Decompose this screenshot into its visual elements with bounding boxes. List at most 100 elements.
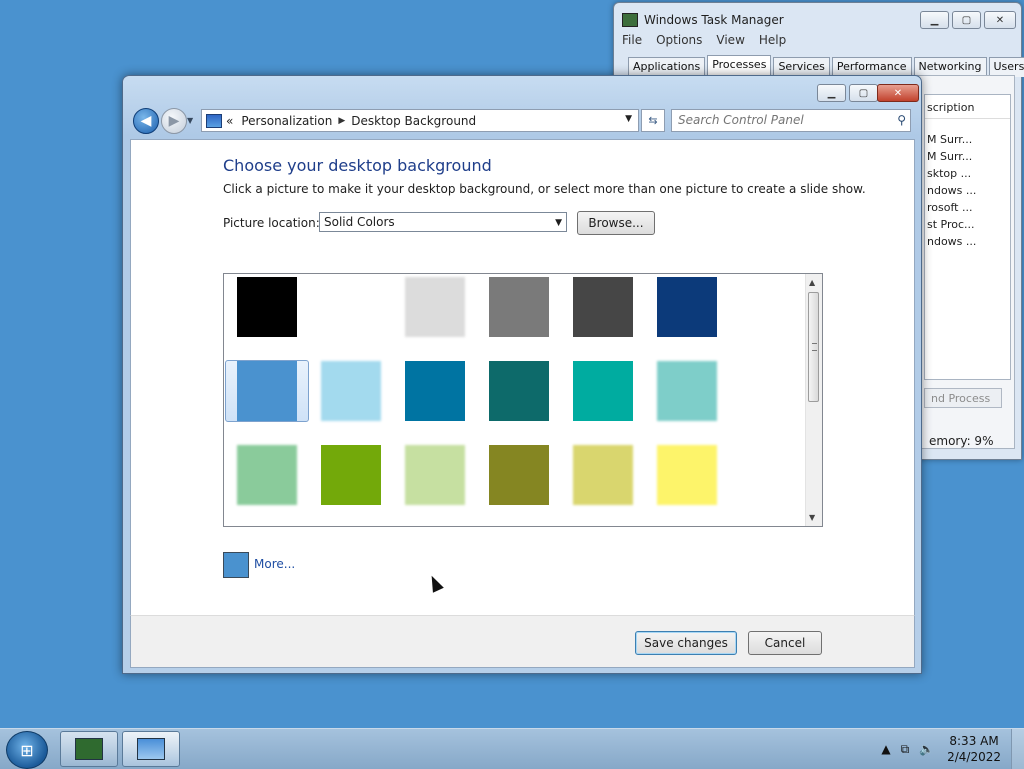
tab-users[interactable]: Users	[989, 57, 1024, 77]
forward-button[interactable]: ▶	[161, 108, 187, 134]
vertical-scrollbar[interactable]: ▲ ▼	[805, 274, 822, 526]
windows-logo-icon: ⊞	[20, 741, 33, 760]
color-swatch[interactable]	[405, 277, 465, 337]
address-overflow-chevron[interactable]: «	[226, 114, 233, 128]
color-swatch[interactable]	[573, 445, 633, 505]
column-header-description[interactable]: scription	[925, 95, 1010, 119]
minimize-button[interactable]: ▁	[920, 11, 949, 29]
process-list[interactable]: scription M Surr... M Surr... sktop ... …	[924, 94, 1011, 380]
chevron-down-icon: ▼	[555, 218, 562, 228]
color-swatch[interactable]	[489, 445, 549, 505]
cp-maximize-button[interactable]: ▢	[849, 84, 878, 102]
breadcrumb-desktop-background[interactable]: Desktop Background	[351, 114, 476, 128]
control-panel-icon	[206, 114, 222, 128]
footer-bar: Save changes Cancel	[130, 615, 915, 668]
process-row[interactable]: st Proc...	[925, 216, 1010, 233]
tab-services[interactable]: Services	[773, 57, 829, 77]
process-row[interactable]: sktop ...	[925, 165, 1010, 182]
back-button[interactable]: ◀	[133, 108, 159, 134]
task-manager-menubar: File Options View Help	[622, 33, 1021, 51]
color-swatch[interactable]	[237, 361, 297, 421]
tab-applications[interactable]: Applications	[628, 57, 705, 77]
page-subtitle: Click a picture to make it your desktop …	[223, 182, 866, 196]
network-icon[interactable]: ⧉	[901, 742, 910, 757]
start-button[interactable]: ⊞	[6, 731, 48, 769]
clock-time: 8:33 AM	[947, 733, 1001, 749]
recent-pages-dropdown-icon[interactable]: ▼	[187, 116, 193, 125]
current-color-swatch[interactable]	[223, 552, 249, 578]
address-dropdown-icon[interactable]: ▼	[625, 114, 632, 124]
color-swatch[interactable]	[489, 361, 549, 421]
color-swatch-grid: ▲ ▼	[223, 273, 823, 527]
volume-icon[interactable]: 🔈	[919, 742, 934, 756]
menu-file[interactable]: File	[622, 33, 642, 51]
menu-options[interactable]: Options	[656, 33, 702, 51]
scroll-up-icon[interactable]: ▲	[809, 278, 815, 287]
picture-location-label: Picture location:	[223, 216, 320, 230]
color-swatch[interactable]	[657, 445, 717, 505]
menu-view[interactable]: View	[716, 33, 744, 51]
process-row[interactable]: M Surr...	[925, 131, 1010, 148]
address-bar[interactable]: « Personalization ▶ Desktop Background ▼	[201, 109, 639, 132]
control-panel-window[interactable]: ▁ ▢ ✕ ◀ ▶ ▼ « Personalization ▶ Desktop …	[122, 75, 922, 674]
show-desktop-button[interactable]	[1011, 729, 1024, 769]
scroll-down-icon[interactable]: ▼	[809, 513, 815, 522]
maximize-button[interactable]: ▢	[952, 11, 981, 29]
color-swatch[interactable]	[573, 361, 633, 421]
process-row[interactable]: ndows ...	[925, 233, 1010, 250]
process-row[interactable]: rosoft ...	[925, 199, 1010, 216]
taskbar-control-panel[interactable]	[122, 731, 180, 767]
refresh-button[interactable]: ⇆	[641, 109, 665, 132]
tab-networking[interactable]: Networking	[914, 57, 987, 77]
cp-close-button[interactable]: ✕	[877, 84, 919, 102]
tab-processes[interactable]: Processes	[707, 55, 771, 75]
browse-button[interactable]: Browse...	[577, 211, 655, 235]
task-manager-title: Windows Task Manager	[644, 13, 784, 27]
color-swatch[interactable]	[405, 361, 465, 421]
search-box[interactable]: ⚲	[671, 109, 911, 132]
refresh-icon: ⇆	[648, 114, 657, 127]
color-swatch[interactable]	[405, 445, 465, 505]
close-button[interactable]: ✕	[984, 11, 1016, 29]
show-hidden-icons-icon[interactable]: ▲	[881, 742, 890, 756]
system-tray: ▲ ⧉ 🔈 8:33 AM 2/4/2022	[876, 729, 1024, 769]
maximize-icon: ▢	[962, 15, 971, 26]
back-arrow-icon: ◀	[141, 113, 152, 129]
tab-performance[interactable]: Performance	[832, 57, 912, 77]
color-swatch[interactable]	[237, 445, 297, 505]
picture-location-value: Solid Colors	[324, 215, 395, 229]
cp-minimize-button[interactable]: ▁	[817, 84, 846, 102]
search-icon[interactable]: ⚲	[897, 113, 906, 127]
color-swatch[interactable]	[321, 361, 381, 421]
color-swatch[interactable]	[573, 277, 633, 337]
taskbar-task-manager[interactable]	[60, 731, 118, 767]
clock-date: 2/4/2022	[947, 749, 1001, 765]
minimize-icon: ▁	[828, 88, 836, 99]
task-manager-titlebar[interactable]: Windows Task Manager	[622, 11, 911, 29]
end-process-button[interactable]: nd Process	[924, 388, 1002, 408]
color-swatch[interactable]	[657, 277, 717, 337]
task-manager-icon	[622, 13, 638, 27]
process-row[interactable]: M Surr...	[925, 148, 1010, 165]
more-colors-link[interactable]: More...	[254, 557, 295, 571]
taskbar: ⊞ ▲ ⧉ 🔈 8:33 AM 2/4/2022	[0, 728, 1024, 769]
picture-location-select[interactable]: Solid Colors ▼	[319, 212, 567, 232]
color-swatch[interactable]	[657, 361, 717, 421]
save-changes-button[interactable]: Save changes	[635, 631, 737, 655]
color-swatch[interactable]	[237, 277, 297, 337]
color-swatch[interactable]	[321, 445, 381, 505]
menu-help[interactable]: Help	[759, 33, 786, 51]
page-title: Choose your desktop background	[223, 156, 492, 175]
breadcrumb-personalization[interactable]: Personalization	[241, 114, 332, 128]
close-icon: ✕	[996, 15, 1004, 26]
search-input[interactable]	[672, 110, 884, 129]
clock[interactable]: 8:33 AM 2/4/2022	[947, 733, 1001, 765]
task-manager-tabs: Applications Processes Services Performa…	[628, 57, 1024, 77]
content-pane: Choose your desktop background Click a p…	[130, 139, 915, 616]
breadcrumb-separator-icon[interactable]: ▶	[338, 116, 345, 126]
color-swatch[interactable]	[321, 277, 381, 337]
process-row[interactable]: ndows ...	[925, 182, 1010, 199]
scrollbar-thumb[interactable]	[808, 292, 819, 402]
cancel-button[interactable]: Cancel	[748, 631, 822, 655]
color-swatch[interactable]	[489, 277, 549, 337]
